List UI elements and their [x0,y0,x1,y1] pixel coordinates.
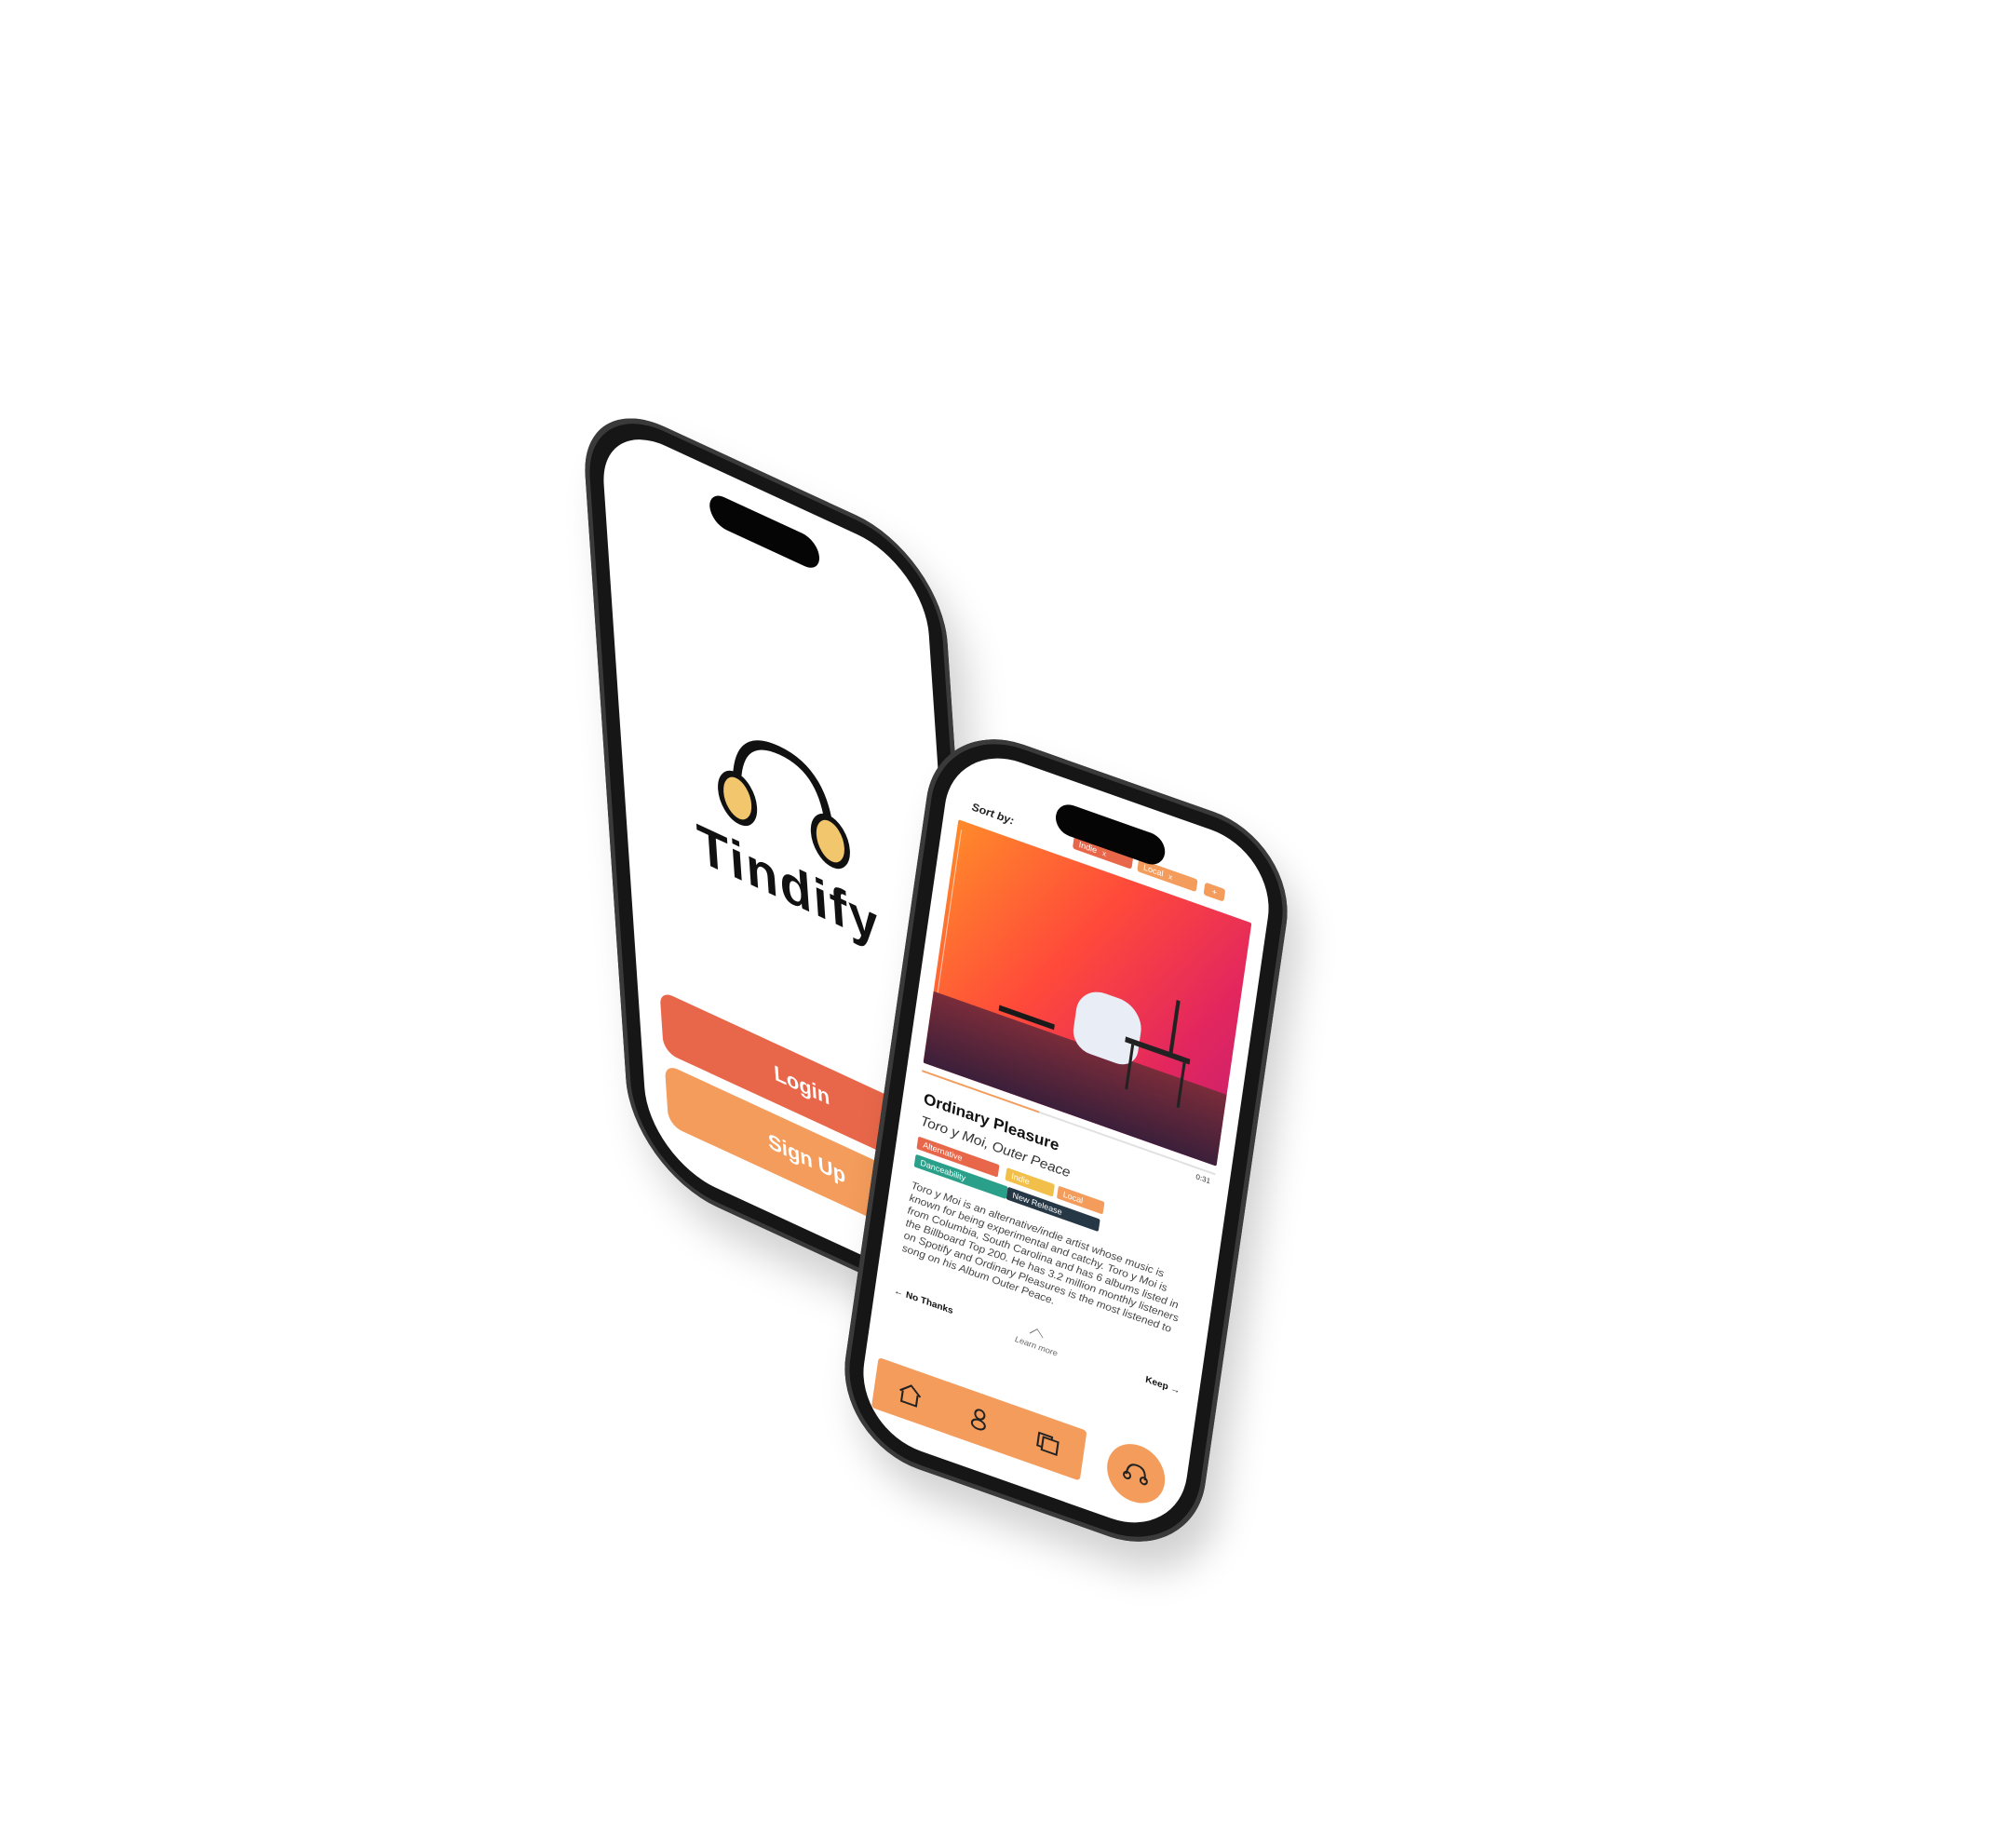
explore-screen: Explore Sort by: Indie x Local x + [855,738,1277,1543]
bottom-nav [871,1356,1087,1481]
album-cover-lamp [1168,1000,1181,1056]
home-icon[interactable] [892,1374,927,1416]
no-thanks-button[interactable]: ← No Thanks [893,1286,953,1316]
keep-button[interactable]: Keep → [1145,1375,1181,1397]
playback-time: 0:31 [1195,1172,1211,1186]
headphones-icon[interactable] [1103,1436,1169,1512]
close-icon[interactable]: x [1101,848,1106,857]
profile-icon[interactable] [961,1398,996,1440]
sort-chip-label: Local [1142,862,1165,879]
app-logo: Tindify [616,666,953,991]
close-icon[interactable]: x [1168,872,1173,882]
mockup-stage: Tindify Login Sign Up Explore Sort by: I… [0,0,1998,1848]
dynamic-island [709,490,821,573]
cards-icon[interactable] [1031,1423,1066,1464]
add-filter-button[interactable]: + [1203,882,1226,902]
